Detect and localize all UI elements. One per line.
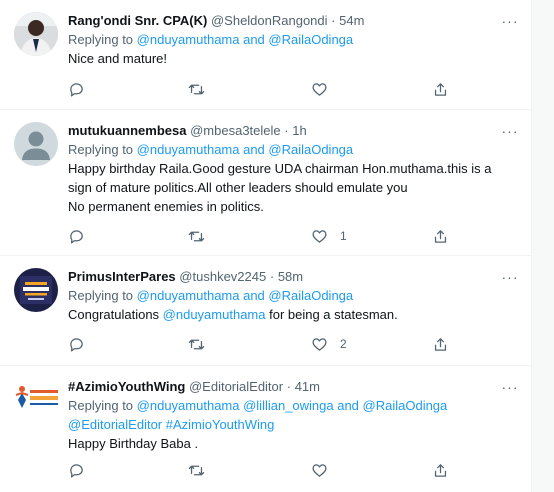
share-button[interactable] [432, 460, 449, 480]
reply-button[interactable] [68, 334, 85, 354]
share-icon [434, 463, 447, 477]
like-icon [312, 337, 327, 351]
like-button[interactable]: 2 [311, 334, 347, 354]
replies-feed: Rang'ondi Snr. CPA(K) @SheldonRangondi ·… [0, 0, 532, 492]
share-icon [434, 337, 447, 351]
tweet-actions [68, 460, 458, 480]
retweet-button[interactable] [188, 334, 205, 354]
more-icon[interactable]: ··· [500, 124, 520, 142]
replying-to-users[interactable]: @nduyamuthama and @RailaOdinga [137, 142, 353, 157]
avatar[interactable] [12, 378, 60, 422]
reply-icon [70, 463, 83, 478]
handle[interactable]: @EditorialEditor [189, 379, 283, 394]
avatar[interactable] [14, 268, 58, 312]
more-icon[interactable]: ··· [500, 14, 520, 32]
timestamp[interactable]: 41m [295, 379, 320, 394]
like-icon [312, 463, 327, 477]
reply-button[interactable] [68, 79, 85, 99]
tweet-header: #AzimioYouthWing @EditorialEditor · 41m [68, 378, 520, 396]
timestamp[interactable]: 58m [278, 269, 303, 284]
display-name[interactable]: Rang'ondi Snr. CPA(K) [68, 13, 207, 28]
retweet-icon [188, 231, 205, 241]
tweet-actions: 2 [68, 334, 458, 354]
replying-to-users[interactable]: @nduyamuthama and @RailaOdinga [137, 32, 353, 47]
tweet-text-line: No permanent enemies in politics. [68, 199, 264, 214]
separator-dot: · [284, 123, 289, 138]
reply-button[interactable] [68, 460, 85, 480]
text-segment: for being a statesman. [265, 307, 398, 322]
tweet-header: PrimusInterPares @tushkev2245 · 58m [68, 268, 520, 286]
replying-prefix: Replying to [68, 288, 134, 303]
tweet-header: mutukuannembesa @mbesa3telele · 1h [68, 122, 520, 140]
tweet[interactable]: Rang'ondi Snr. CPA(K) @SheldonRangondi ·… [0, 0, 532, 110]
tweet-header: Rang'ondi Snr. CPA(K) @SheldonRangondi ·… [68, 12, 520, 30]
timestamp[interactable]: 54m [339, 13, 364, 28]
retweet-icon [188, 84, 205, 94]
like-button[interactable] [311, 460, 340, 480]
mention-link[interactable]: @nduyamuthama [163, 307, 266, 322]
more-icon[interactable]: ··· [500, 270, 520, 288]
share-button[interactable] [432, 226, 449, 246]
tweet-text-line: Happy birthday Raila.Good gesture UDA ch… [68, 161, 492, 176]
share-button[interactable] [432, 79, 449, 99]
reply-button[interactable] [68, 226, 85, 246]
like-icon [312, 82, 327, 96]
replying-to: Replying to @nduyamuthama and @RailaOdin… [68, 30, 520, 49]
tweet-actions [68, 79, 458, 99]
handle[interactable]: @SheldonRangondi [211, 13, 328, 28]
replying-to-users[interactable]: @EditorialEditor #AzimioYouthWing [68, 415, 520, 434]
share-icon [434, 82, 447, 96]
like-count: 1 [340, 229, 347, 243]
share-icon [434, 229, 447, 243]
retweet-button[interactable] [188, 226, 205, 246]
tweet-text: Nice and mature! [68, 51, 167, 66]
retweet-icon [188, 465, 205, 475]
reply-icon [70, 82, 83, 97]
avatar[interactable] [14, 12, 58, 56]
separator-dot: · [331, 13, 336, 28]
like-icon [312, 229, 327, 243]
replying-prefix: Replying to [68, 142, 134, 157]
like-button[interactable]: 1 [311, 226, 347, 246]
replying-to-users[interactable]: @nduyamuthama and @RailaOdinga [137, 288, 353, 303]
display-name[interactable]: PrimusInterPares [68, 269, 176, 284]
tweet[interactable]: PrimusInterPares @tushkev2245 · 58m Repl… [0, 256, 532, 366]
tweet-text-line: sign of mature politics.All other leader… [68, 180, 408, 195]
like-button[interactable] [311, 79, 340, 99]
tweet-actions: 1 [68, 226, 458, 246]
tweet-text: Congratulations @nduyamuthama for being … [68, 305, 520, 324]
display-name[interactable]: #AzimioYouthWing [68, 379, 185, 394]
timestamp[interactable]: 1h [292, 123, 306, 138]
more-icon[interactable]: ··· [500, 380, 520, 398]
retweet-button[interactable] [188, 460, 205, 480]
handle[interactable]: @tushkev2245 [179, 269, 266, 284]
replying-prefix: Replying to [68, 398, 134, 413]
replying-to: Replying to @nduyamuthama @lillian_owing… [68, 396, 520, 415]
tweet[interactable]: mutukuannembesa @mbesa3telele · 1h Reply… [0, 110, 532, 256]
reply-icon [70, 229, 83, 244]
separator-dot: · [269, 269, 275, 284]
avatar[interactable] [14, 122, 58, 166]
reply-icon [70, 337, 83, 352]
replying-to: Replying to @nduyamuthama and @RailaOdin… [68, 286, 520, 305]
like-count: 2 [340, 337, 347, 351]
display-name[interactable]: mutukuannembesa [68, 123, 186, 138]
retweet-button[interactable] [188, 79, 205, 99]
handle[interactable]: @mbesa3telele [190, 123, 281, 138]
replying-to-users[interactable]: @nduyamuthama @lillian_owinga and @Raila… [137, 398, 448, 413]
tweet[interactable]: #AzimioYouthWing @EditorialEditor · 41m … [0, 366, 532, 492]
page-edge [532, 0, 554, 492]
separator-dot: · [286, 379, 292, 394]
text-segment: Congratulations [68, 307, 163, 322]
replying-prefix: Replying to [68, 32, 134, 47]
tweet-text: Happy Birthday Baba . [68, 436, 199, 451]
retweet-icon [188, 339, 205, 349]
share-button[interactable] [432, 334, 449, 354]
replying-to: Replying to @nduyamuthama and @RailaOdin… [68, 140, 520, 159]
